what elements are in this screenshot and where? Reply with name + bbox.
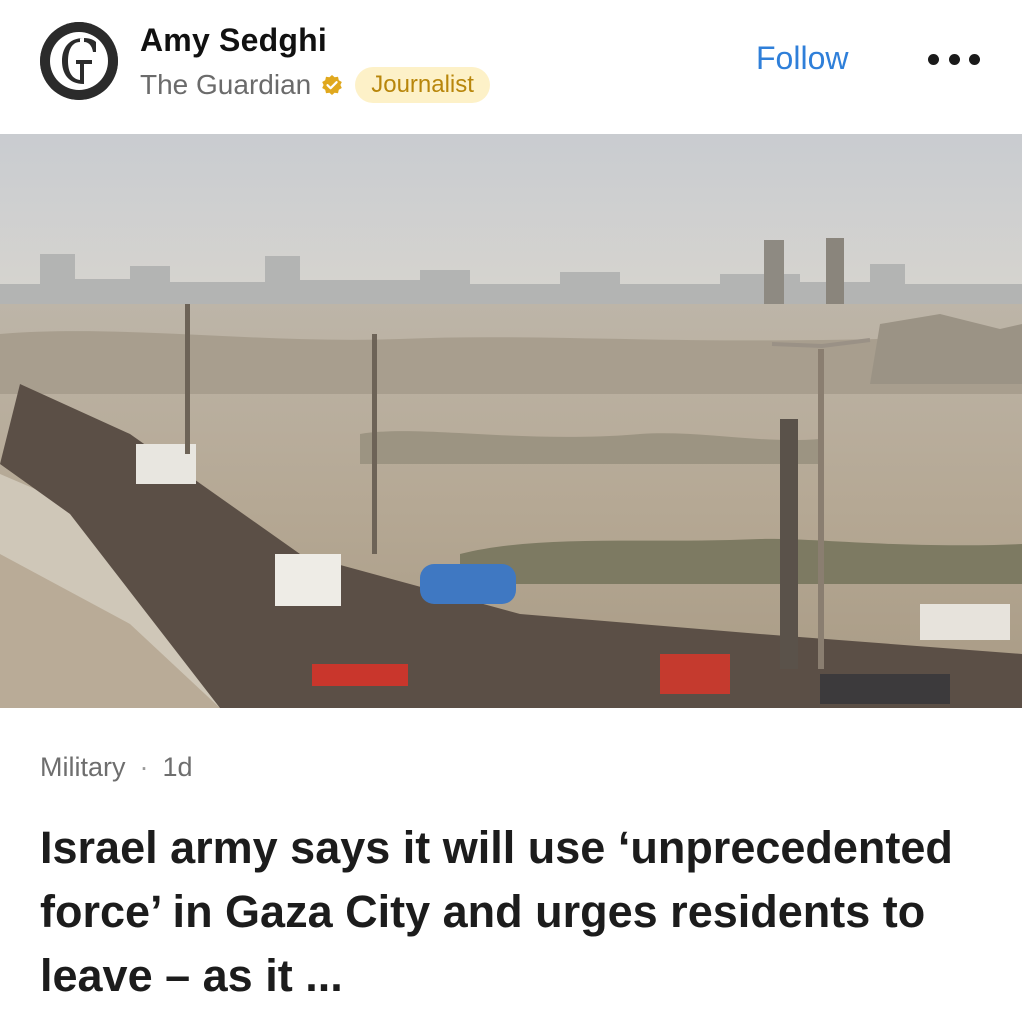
more-dot [948,53,960,65]
publisher-row: The Guardian Journalist [140,66,490,104]
article-photo[interactable] [0,134,1022,708]
article-photo-image [0,134,1022,708]
more-dot [969,53,980,65]
article-age: 1d [162,752,193,782]
author-name[interactable]: Amy Sedghi [140,22,327,59]
role-badge: Journalist [355,67,490,103]
publisher-name[interactable]: The Guardian [140,69,311,101]
article-headline[interactable]: Israel army says it will use ‘unpreceden… [40,816,990,1008]
post-header: Amy Sedghi The Guardian Journalist Follo… [0,0,1022,134]
more-dot [928,53,939,65]
article-category[interactable]: Military [40,752,126,783]
verified-badge-icon [321,74,343,96]
follow-button[interactable]: Follow [756,40,848,77]
more-options-icon[interactable] [928,46,980,72]
publisher-avatar[interactable] [40,22,118,100]
article-meta: Military · 1d [40,752,193,783]
guardian-logo-icon [40,22,118,100]
meta-separator: · [139,752,149,782]
